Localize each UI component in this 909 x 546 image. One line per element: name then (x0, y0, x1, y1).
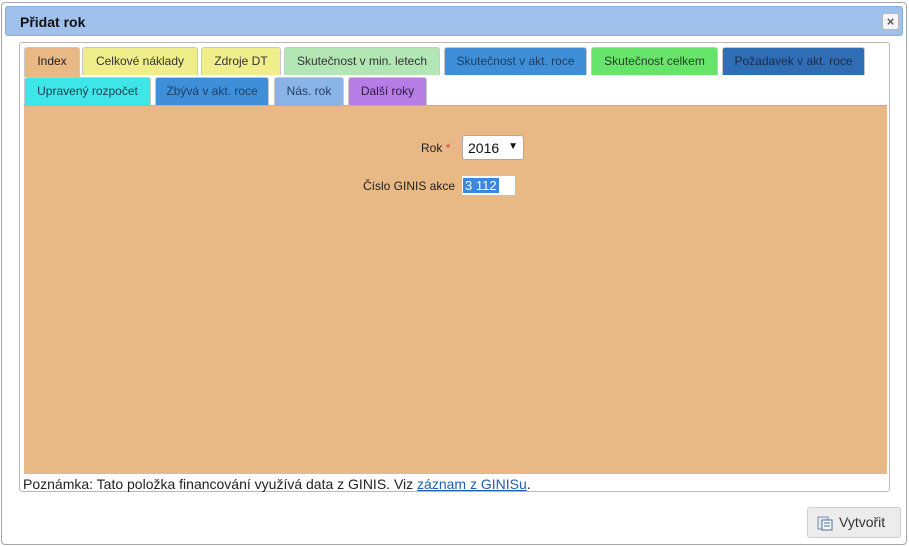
close-icon[interactable]: × (882, 13, 899, 30)
note-text: Poznámka: Tato položka financování využí… (23, 476, 418, 492)
tab-0[interactable]: Index (24, 47, 80, 77)
note-suffix: . (526, 476, 531, 492)
required-mark: * (445, 141, 451, 155)
year-select[interactable]: 2016 ▼ (462, 135, 524, 160)
document-add-icon (817, 516, 833, 531)
tab-10[interactable]: Další roky (348, 77, 427, 105)
year-label-text: Rok (421, 141, 443, 155)
ginis-number-value: 3 112 (463, 178, 499, 193)
year-label: Rok * (421, 141, 450, 155)
ginis-number-input[interactable]: 3 112 (462, 176, 515, 195)
tab-7[interactable]: Upravený rozpočet (24, 77, 151, 105)
year-select-value: 2016 (468, 140, 500, 156)
tab-3[interactable]: Skutečnost v min. letech (284, 47, 440, 75)
tab-5[interactable]: Skutečnost celkem (591, 47, 718, 75)
dialog-titlebar[interactable]: Přidat rok × (5, 6, 903, 36)
dialog-title: Přidat rok (20, 14, 86, 30)
tab-9[interactable]: Nás. rok (274, 77, 344, 105)
tab-content-index (24, 105, 887, 474)
tab-8[interactable]: Zbývá v akt. roce (155, 77, 269, 105)
tab-6[interactable]: Požadavek v akt. roce (722, 47, 865, 75)
tab-4[interactable]: Skutečnost v akt. roce (444, 47, 587, 75)
tab-2[interactable]: Zdroje DT (201, 47, 281, 75)
tab-1[interactable]: Celkové náklady (82, 47, 198, 75)
ginis-record-link[interactable]: záznam z GINISu (417, 476, 527, 492)
ginis-note: Poznámka: Tato položka financování využí… (23, 476, 531, 492)
chevron-down-icon: ▼ (508, 141, 518, 152)
ginis-label: Číslo GINIS akce (363, 179, 456, 193)
create-button[interactable]: Vytvořit (807, 507, 901, 538)
create-button-label: Vytvořit (839, 514, 886, 530)
